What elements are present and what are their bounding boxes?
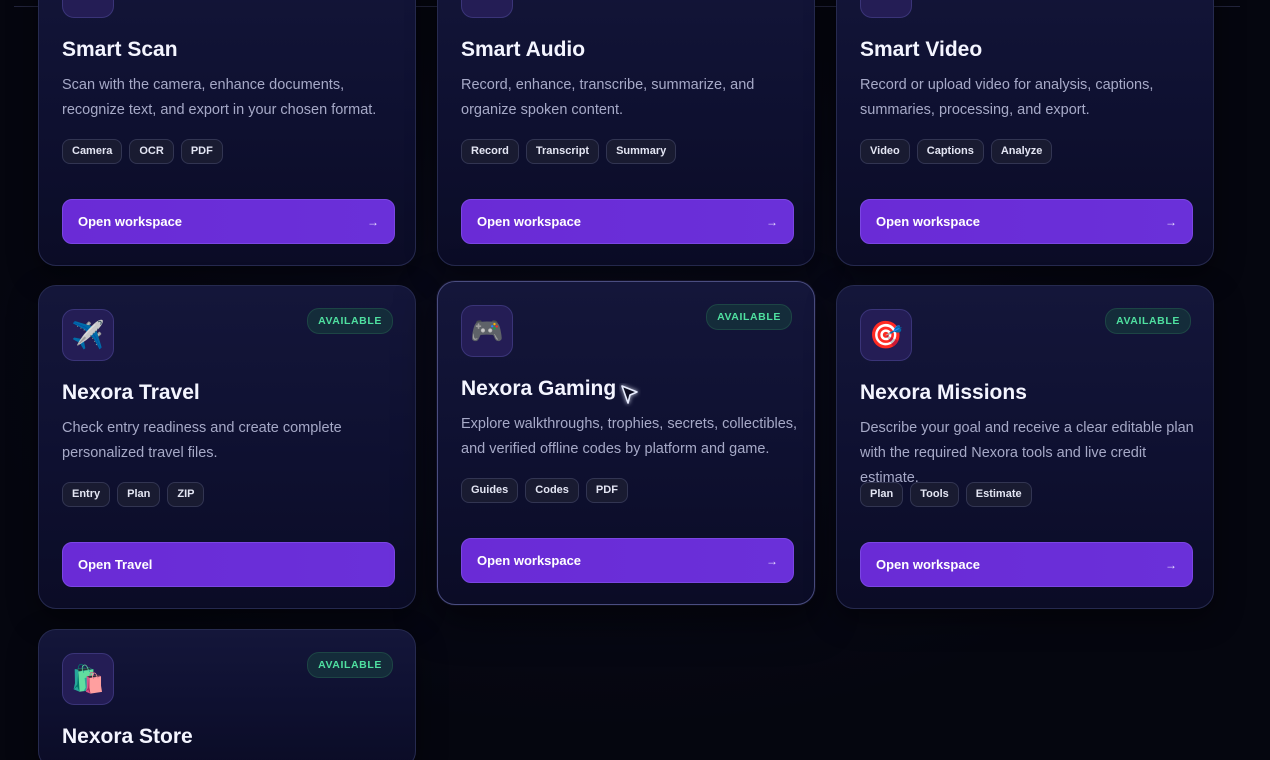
open-workspace-button[interactable]: Open workspace → — [62, 199, 395, 244]
card-smart-scan: Smart Scan Scan with the camera, enhance… — [38, 0, 416, 266]
button-label: Open workspace — [876, 557, 981, 572]
mouse-cursor-icon — [621, 385, 638, 404]
tag: Plan — [117, 482, 161, 507]
card-nexora-missions: 🎯 AVAILABLE Nexora Missions Describe you… — [836, 285, 1214, 609]
tag: Camera — [62, 139, 123, 164]
button-label: Open workspace — [477, 553, 582, 568]
open-workspace-button[interactable]: Open workspace → — [860, 542, 1193, 587]
tag: OCR — [129, 139, 174, 164]
card-tags: Record Transcript Summary — [461, 139, 677, 164]
card-tags: Plan Tools Estimate — [860, 482, 1032, 507]
status-badge: AVAILABLE — [307, 652, 393, 678]
card-smart-video: Smart Video Record or upload video for a… — [836, 0, 1214, 266]
card-tags: Entry Plan ZIP — [62, 482, 205, 507]
button-label: Open workspace — [876, 214, 981, 229]
status-badge: AVAILABLE — [307, 308, 393, 334]
open-workspace-button[interactable]: Open workspace → — [860, 199, 1193, 244]
status-badge: AVAILABLE — [706, 304, 792, 330]
open-workspace-button[interactable]: Open workspace → — [461, 538, 794, 583]
tag: Transcript — [525, 139, 600, 164]
game-controller-icon: 🎮 — [470, 316, 504, 346]
card-title: Smart Scan — [62, 38, 178, 61]
card-description: Record, enhance, transcribe, summarize, … — [461, 77, 755, 118]
tag: Video — [860, 139, 910, 164]
card-icon-tile: 🛍️ — [62, 653, 114, 705]
tag: Entry — [62, 482, 111, 507]
target-icon: 🎯 — [869, 320, 903, 350]
card-description: Record or upload video for analysis, cap… — [860, 77, 1154, 118]
tag: Analyze — [990, 139, 1053, 164]
card-description: Explore walkthroughs, trophies, secrets,… — [461, 416, 798, 457]
card-icon-tile — [461, 0, 513, 18]
card-tags: Video Captions Analyze — [860, 139, 1053, 164]
button-label: Open workspace — [477, 214, 582, 229]
card-icon-tile — [62, 0, 114, 18]
open-workspace-button[interactable]: Open workspace → — [461, 199, 794, 244]
card-tags: Guides Codes PDF — [461, 478, 628, 503]
card-nexora-gaming: 🎮 AVAILABLE Nexora Gaming Explore walkth… — [437, 281, 815, 605]
card-title: Smart Video — [860, 38, 983, 61]
tag: PDF — [585, 478, 628, 503]
tag: Captions — [916, 139, 984, 164]
tag: Guides — [461, 478, 519, 503]
card-title: Nexora Gaming — [461, 377, 617, 400]
card-icon-tile: 🎯 — [860, 309, 912, 361]
card-nexora-travel: ✈️ AVAILABLE Nexora Travel Check entry r… — [38, 285, 416, 609]
arrow-right-icon: → — [367, 214, 379, 229]
button-label: Open workspace — [78, 214, 183, 229]
button-label: Open Travel — [78, 557, 153, 572]
card-description: Check entry readiness and create complet… — [62, 420, 342, 461]
status-badge: AVAILABLE — [1105, 308, 1191, 334]
arrow-right-icon: → — [1165, 557, 1177, 572]
tag: PDF — [180, 139, 223, 164]
card-title: Nexora Missions — [860, 381, 1027, 404]
card-icon-tile: 🎮 — [461, 305, 513, 357]
card-title: Smart Audio — [461, 38, 586, 61]
tag: Estimate — [965, 482, 1032, 507]
airplane-icon: ✈️ — [71, 320, 105, 350]
arrow-right-icon: → — [766, 553, 778, 568]
card-icon-tile: ✈️ — [62, 309, 114, 361]
arrow-right-icon: → — [1165, 214, 1177, 229]
card-icon-tile — [860, 0, 912, 18]
card-smart-audio: Smart Audio Record, enhance, transcribe,… — [437, 0, 815, 266]
tag: Plan — [860, 482, 904, 507]
arrow-right-icon: → — [766, 214, 778, 229]
card-title: Nexora Travel — [62, 381, 200, 404]
card-description: Scan with the camera, enhance documents,… — [62, 77, 377, 118]
tag: Summary — [606, 139, 677, 164]
open-travel-button[interactable]: Open Travel — [62, 542, 395, 587]
card-nexora-store: 🛍️ AVAILABLE Nexora Store — [38, 629, 416, 760]
shopping-bags-icon: 🛍️ — [71, 664, 105, 694]
tag: Codes — [525, 478, 579, 503]
tag: Tools — [910, 482, 959, 507]
card-tags: Camera OCR PDF — [62, 139, 223, 164]
card-description: Describe your goal and receive a clear e… — [860, 420, 1194, 486]
tag: ZIP — [167, 482, 205, 507]
card-title: Nexora Store — [62, 725, 193, 748]
tag: Record — [461, 139, 519, 164]
